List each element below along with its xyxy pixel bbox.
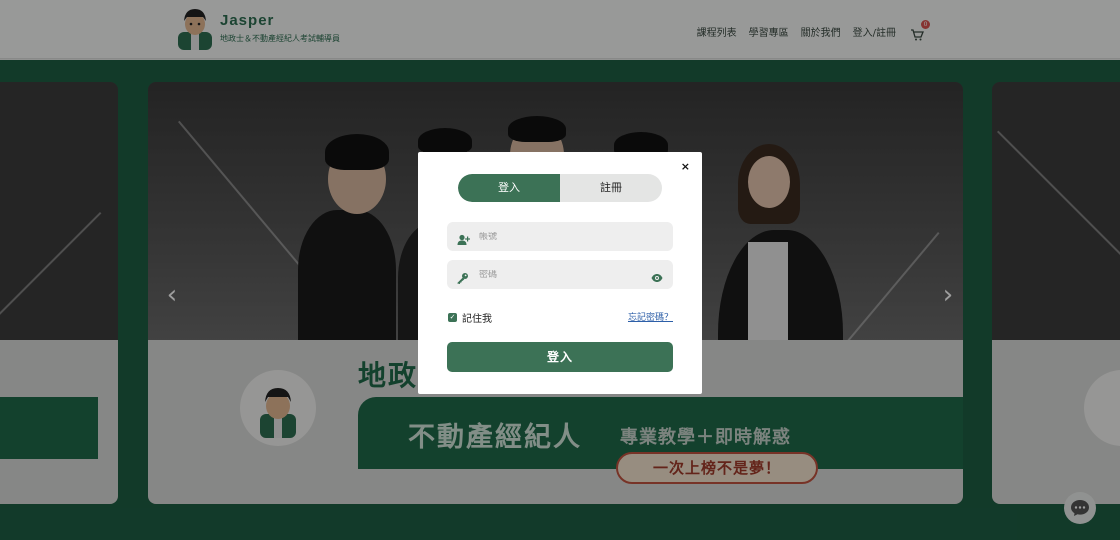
password-field [447,260,673,289]
eye-icon[interactable] [651,269,663,282]
key-icon [457,269,469,284]
remember-label: 記住我 [462,314,492,325]
user-add-icon [457,231,471,245]
account-input[interactable] [479,231,663,242]
password-input[interactable] [479,269,651,280]
close-icon[interactable]: × [681,160,690,173]
tab-login[interactable]: 登入 [458,174,560,202]
tab-register[interactable]: 註冊 [560,174,662,202]
login-modal: × 登入 註冊 帳號 ✓ 記住我 忘記密碼？ 登入 [418,152,702,394]
auth-tabs: 登入 註冊 [458,174,662,202]
login-submit-button[interactable]: 登入 [447,342,673,372]
remember-me[interactable]: ✓ 記住我 [448,310,492,325]
remember-checkbox[interactable]: ✓ [448,313,457,322]
forgot-password-link[interactable]: 忘記密碼？ [628,310,673,323]
account-field [447,222,673,251]
